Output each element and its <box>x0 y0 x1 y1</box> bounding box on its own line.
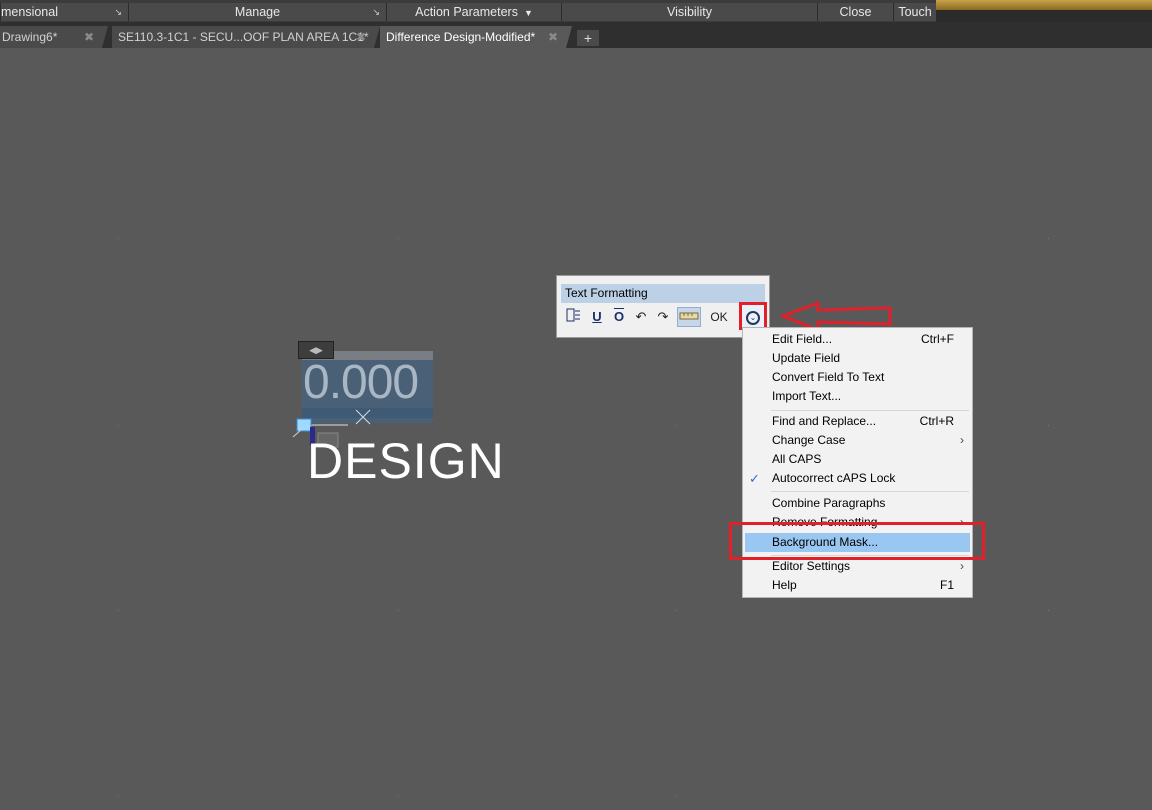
panel-expand-icon[interactable]: ↘ <box>372 3 380 21</box>
menu-item-import-text[interactable]: Import Text... <box>772 387 970 406</box>
dropdown-arrow-icon: ▼ <box>521 8 533 18</box>
menu-item-help[interactable]: Help F1 <box>772 576 970 595</box>
close-icon[interactable]: ✖ <box>356 26 366 48</box>
ribbon-panel-manage[interactable]: Manage ↘ <box>128 3 386 21</box>
document-tab-bar: Drawing6* ✖ SE110.3-1C1 - SECU...OOF PLA… <box>0 22 1152 48</box>
close-icon[interactable]: ✖ <box>84 26 94 48</box>
toolbar-title: Text Formatting <box>561 284 765 303</box>
ribbon-panel-dimensional[interactable]: mensional ↘ <box>0 3 128 21</box>
ribbon-panel-bar: mensional ↘ Manage ↘ Action Parameters ▼… <box>0 0 1152 23</box>
undo-icon[interactable]: ↶ <box>631 307 651 327</box>
shortcut-label: Ctrl+R <box>919 414 954 428</box>
tab-label: SE110.3-1C1 - SECU...OOF PLAN AREA 1C1* <box>118 30 369 44</box>
tab-label: Drawing6* <box>2 30 58 44</box>
menu-item-find-replace[interactable]: Find and Replace... Ctrl+R <box>772 412 970 431</box>
chevron-right-icon: › <box>960 433 964 447</box>
menu-item-autocorrect-caps[interactable]: Autocorrect cAPS Lock <box>772 469 970 488</box>
ribbon-panel-label: Visibility <box>667 5 712 19</box>
ribbon-panel-label: Touch <box>898 5 932 19</box>
close-icon[interactable]: ✖ <box>548 26 558 48</box>
shortcut-label: Ctrl+F <box>921 332 954 346</box>
menu-item-all-caps[interactable]: All CAPS <box>772 450 970 469</box>
ribbon-panel-touch[interactable]: Touch <box>893 3 936 21</box>
new-tab-button[interactable]: + <box>577 30 599 46</box>
menu-item-convert-field[interactable]: Convert Field To Text <box>772 368 970 387</box>
shortcut-label: F1 <box>939 578 954 592</box>
chevron-down-icon: ⌄ <box>746 311 760 325</box>
tab-difference-design[interactable]: Difference Design-Modified* ✖ <box>380 26 572 48</box>
panel-expand-icon[interactable]: ↘ <box>114 3 122 21</box>
menu-item-edit-field[interactable]: Edit Field... Ctrl+F <box>772 330 970 349</box>
underline-icon[interactable]: U <box>587 307 607 327</box>
ribbon-panel-visibility[interactable]: Visibility <box>561 3 817 21</box>
design-text[interactable]: DESIGN <box>307 432 505 490</box>
text-formatting-toolbar: Text Formatting U O ↶ ↷ OK ⌄ <box>556 275 770 338</box>
ribbon-panel-label: Manage <box>234 5 281 19</box>
menu-item-change-case[interactable]: Change Case › <box>772 431 970 450</box>
ruler-icon[interactable] <box>677 307 701 327</box>
field-grip-handle[interactable]: ◀▶ <box>298 341 334 359</box>
tab-drawing6[interactable]: Drawing6* ✖ <box>0 26 108 48</box>
paragraph-icon[interactable] <box>563 307 583 327</box>
checkmark-icon: ✓ <box>749 471 760 486</box>
redo-icon[interactable]: ↷ <box>653 307 673 327</box>
ribbon-panel-label: mensional <box>1 5 58 19</box>
field-value-text[interactable]: 0.000 <box>303 355 419 410</box>
tab-se110[interactable]: SE110.3-1C1 - SECU...OOF PLAN AREA 1C1* … <box>112 26 380 48</box>
menu-separator <box>771 491 969 492</box>
ribbon-panel-action-parameters[interactable]: Action Parameters ▼ <box>386 3 561 21</box>
options-button[interactable]: ⌄ <box>739 302 767 330</box>
menu-separator <box>771 410 969 411</box>
menu-item-combine-paragraphs[interactable]: Combine Paragraphs <box>772 494 970 513</box>
red-highlight-box <box>729 522 985 560</box>
ok-button[interactable]: OK <box>707 307 731 327</box>
ribbon-panel-label: Action Parameters <box>415 5 518 19</box>
tab-label: Difference Design-Modified* <box>386 30 536 44</box>
overline-icon[interactable]: O <box>609 307 629 327</box>
ribbon-panel-label: Close <box>839 5 872 19</box>
menu-item-update-field[interactable]: Update Field <box>772 349 970 368</box>
ribbon-panel-close[interactable]: Close <box>817 3 893 21</box>
